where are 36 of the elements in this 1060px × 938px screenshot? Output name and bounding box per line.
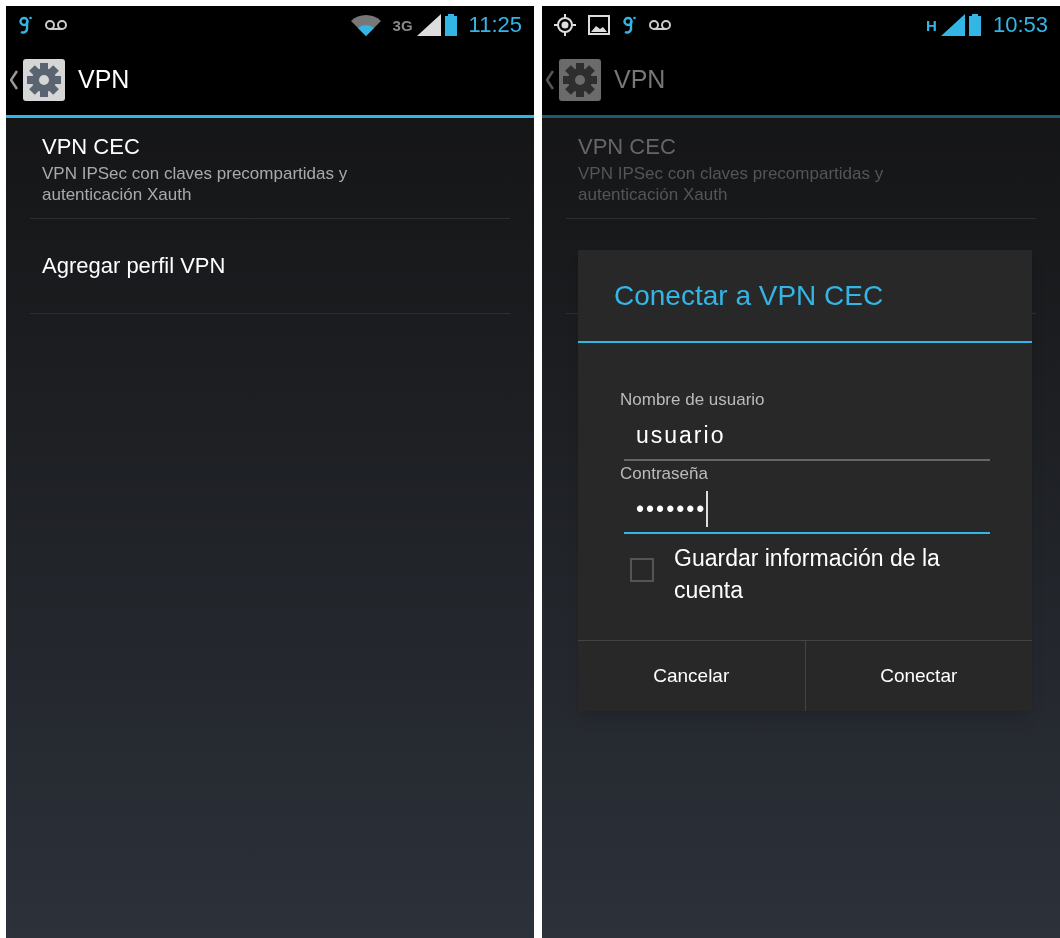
checkbox-label: Guardar información de la cuenta (674, 544, 941, 605)
list-item[interactable]: VPN CEC VPN IPSec con claves precompartidas y autenticación Xauth (30, 118, 510, 219)
network-type: H (926, 17, 937, 33)
field-label: Contraseña (620, 462, 709, 485)
item-title: VPN CEC (578, 133, 677, 161)
signal-icon (940, 14, 965, 36)
dialog-button[interactable]: Cancelar (578, 641, 805, 711)
list-item[interactable]: Agregar perfil VPN (30, 218, 510, 314)
battery-icon (444, 14, 457, 36)
item-title: Agregar perfil VPN (42, 252, 227, 280)
input-field[interactable]: ••••••• (624, 486, 990, 534)
notification-icon (622, 16, 636, 34)
dialog-button[interactable]: Conectar (804, 641, 1032, 711)
screen-title: VPN (614, 63, 666, 95)
input-field[interactable]: usuario (624, 412, 990, 461)
settings-icon (558, 57, 602, 102)
voicemail-icon (648, 19, 672, 31)
back-icon[interactable] (10, 69, 18, 90)
dialog-title: Conectar a VPN CEC (614, 278, 884, 313)
field-label: Nombre de usuario (620, 389, 766, 411)
checkbox[interactable] (630, 558, 654, 582)
wifi-icon (350, 14, 381, 36)
clock-time: 11:25 (468, 14, 522, 36)
item-summary: VPN IPSec con claves precompartidas y autenticación Xauth (578, 163, 885, 206)
image-icon (588, 15, 610, 35)
clock-time: 10:53 (992, 14, 1048, 36)
network-type: 3G (392, 17, 413, 33)
voicemail-icon (44, 19, 68, 31)
signal-icon (416, 14, 441, 36)
battery-icon (968, 14, 981, 36)
notification-icon (18, 16, 32, 34)
item-title: VPN CEC (42, 133, 141, 161)
settings-icon (22, 57, 66, 102)
item-summary: VPN IPSec con claves precompartidas y autenticación Xauth (42, 163, 349, 206)
crosshair-icon (554, 14, 576, 36)
screen-title: VPN (78, 63, 130, 95)
